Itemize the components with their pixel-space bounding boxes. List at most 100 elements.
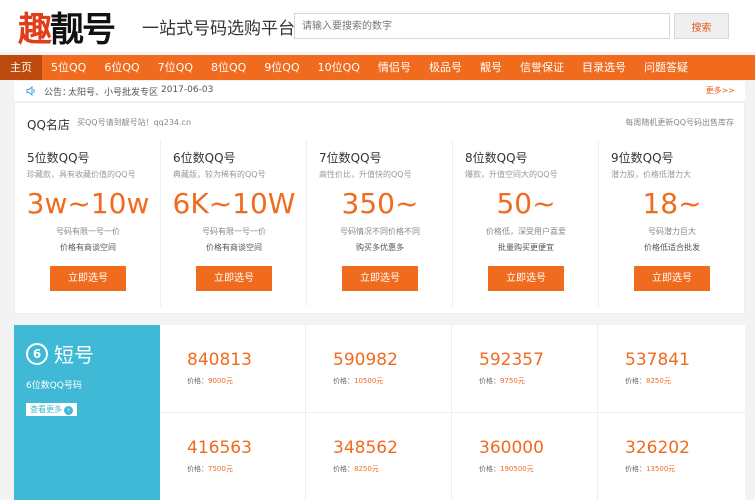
card-title: 8位数QQ号 — [465, 151, 528, 165]
number-item[interactable]: 348562 价格：8250元 — [306, 413, 452, 500]
price-label: 价格： — [479, 465, 500, 473]
speaker-icon — [26, 86, 35, 96]
card-desc: 典藏版，较为稀有的QQ号 — [173, 170, 266, 179]
notice-bar: 公告： 太阳号、小号批发专区 2017-06-03 更多>> — [14, 81, 745, 101]
nav-item-premium[interactable]: 极品号 — [420, 55, 471, 80]
card-note: 购买多优惠多 — [356, 243, 404, 252]
notice-link[interactable]: 太阳号、小号批发专区 — [68, 85, 158, 98]
card-desc: 潜力股，价格低潜力大 — [611, 170, 691, 179]
card-note: 价格有商谈空间 — [206, 243, 262, 252]
number-price: 价格：13500元 — [625, 464, 675, 474]
number-value: 537841 — [625, 350, 690, 370]
nav-item-7qq[interactable]: 7位QQ — [149, 55, 202, 80]
card-price: 18~ — [642, 187, 702, 220]
logo-suffix: 靓号 — [50, 9, 116, 50]
card-price: 6K~10W — [172, 187, 296, 220]
number-value: 360000 — [479, 438, 544, 458]
site-logo[interactable]: 趣靓号 — [18, 6, 116, 50]
number-item[interactable]: 590982 价格：10500元 — [306, 325, 452, 413]
card-title: 6位数QQ号 — [173, 151, 236, 165]
nav-item-6qq[interactable]: 6位QQ — [95, 55, 148, 80]
nav-item-guarantee[interactable]: 信誉保证 — [511, 55, 573, 80]
search-input[interactable] — [294, 13, 670, 39]
price-value: 190500元 — [500, 465, 534, 473]
price-label: 价格： — [333, 465, 354, 473]
number-price: 价格：7500元 — [187, 464, 233, 474]
price-label: 价格： — [625, 377, 646, 385]
notice-label: 公告： — [44, 88, 72, 98]
number-price: 价格：190500元 — [479, 464, 534, 474]
price-value: 8250元 — [354, 465, 379, 473]
number-item[interactable]: 840813 价格：9000元 — [160, 325, 306, 413]
number-item[interactable]: 360000 价格：190500元 — [452, 413, 598, 500]
card-note: 价格低，深受用户喜爱 — [486, 227, 566, 236]
logo-prefix: 趣 — [18, 9, 52, 50]
main-nav: 主页 5位QQ 6位QQ 7位QQ 8位QQ 9位QQ 10位QQ 情侣号 极品… — [0, 55, 755, 80]
number-item[interactable]: 537841 价格：8250元 — [598, 325, 745, 413]
nav-item-catalog[interactable]: 目录选号 — [573, 55, 635, 80]
view-more-label: 查看更多 — [30, 405, 62, 414]
number-price: 价格：9750元 — [479, 376, 525, 386]
qq-card-7: 7位数QQ号 高性价比，升值快的QQ号 350~ 号码情况不同价格不同 购买多优… — [307, 141, 453, 311]
select-number-button[interactable]: 立即选号 — [196, 266, 272, 291]
card-note: 批量购买更便宜 — [498, 243, 554, 252]
nav-item-pretty[interactable]: 靓号 — [471, 55, 511, 80]
card-price: 350~ — [341, 187, 419, 220]
card-price: 50~ — [496, 187, 556, 220]
select-number-button[interactable]: 立即选号 — [50, 266, 126, 291]
select-number-button[interactable]: 立即选号 — [488, 266, 564, 291]
qq-card-5: 5位数QQ号 珍藏款，具有收藏价值的QQ号 3w~10w 号码有限一号一价 价格… — [15, 141, 161, 311]
nav-item-8qq[interactable]: 8位QQ — [202, 55, 255, 80]
card-note: 号码有限一号一价 — [56, 227, 120, 236]
qq-shop-panel: QQ名店 买QQ号请到靓号站！qq234.cn 每周随机更新QQ号码出售库存 5… — [14, 102, 745, 314]
price-label: 价格： — [625, 465, 646, 473]
qq-card-8: 8位数QQ号 爆款，升值空间大的QQ号 50~ 价格低，深受用户喜爱 批量购买更… — [453, 141, 599, 311]
select-number-button[interactable]: 立即选号 — [634, 266, 710, 291]
short-number-panel: 6 短号 6位数QQ号码 查看更多 › 840813 价格：9000元 59098… — [14, 325, 745, 500]
price-label: 价格： — [187, 377, 208, 385]
number-item[interactable]: 326202 价格：13500元 — [598, 413, 745, 500]
number-price: 价格：8250元 — [625, 376, 671, 386]
qq-shop-update-note: 每周随机更新QQ号码出售库存 — [625, 118, 734, 127]
header: 趣靓号 一站式号码选购平台 搜索 — [0, 0, 755, 52]
number-value: 326202 — [625, 438, 690, 458]
number-value: 592357 — [479, 350, 544, 370]
card-title: 7位数QQ号 — [319, 151, 382, 165]
number-price: 价格：9000元 — [187, 376, 233, 386]
site-slogan: 一站式号码选购平台 — [142, 19, 295, 39]
notice-date: 2017-06-03 — [161, 85, 214, 95]
card-note: 价格低适合批发 — [644, 243, 700, 252]
nav-item-faq[interactable]: 问题答疑 — [635, 55, 697, 80]
price-value: 9000元 — [208, 377, 233, 385]
nav-item-home[interactable]: 主页 — [0, 55, 42, 80]
card-price: 3w~10w — [26, 187, 150, 220]
search-button[interactable]: 搜索 — [674, 13, 729, 39]
number-item[interactable]: 416563 价格：7500元 — [160, 413, 306, 500]
price-value: 8250元 — [646, 377, 671, 385]
card-note: 号码有限一号一价 — [202, 227, 266, 236]
view-more-button[interactable]: 查看更多 › — [26, 403, 77, 416]
card-desc: 高性价比，升值快的QQ号 — [319, 170, 412, 179]
select-number-button[interactable]: 立即选号 — [342, 266, 418, 291]
qq-card-9: 9位数QQ号 潜力股，价格低潜力大 18~ 号码潜力巨大 价格低适合批发 立即选… — [599, 141, 745, 311]
qq-shop-subtitle: 买QQ号请到靓号站！qq234.cn — [77, 118, 192, 127]
nav-item-10qq[interactable]: 10位QQ — [309, 55, 369, 80]
number-price: 价格：10500元 — [333, 376, 383, 386]
nav-item-couple[interactable]: 情侣号 — [369, 55, 420, 80]
arrow-right-icon: › — [64, 406, 73, 415]
nav-item-5qq[interactable]: 5位QQ — [42, 55, 95, 80]
short-number-logo: 6 短号 — [26, 339, 94, 368]
nav-item-9qq[interactable]: 9位QQ — [255, 55, 308, 80]
card-title: 5位数QQ号 — [27, 151, 90, 165]
short-number-banner: 6 短号 6位数QQ号码 查看更多 › — [14, 325, 160, 500]
notice-more-link[interactable]: 更多>> — [706, 85, 735, 96]
price-label: 价格： — [479, 377, 500, 385]
price-value: 13500元 — [646, 465, 676, 473]
number-item[interactable]: 592357 价格：9750元 — [452, 325, 598, 413]
number-value: 590982 — [333, 350, 398, 370]
six-badge-icon: 6 — [26, 342, 48, 365]
card-note: 号码潜力巨大 — [648, 227, 696, 236]
number-value: 416563 — [187, 438, 252, 458]
qq-card-6: 6位数QQ号 典藏版，较为稀有的QQ号 6K~10W 号码有限一号一价 价格有商… — [161, 141, 307, 311]
price-value: 7500元 — [208, 465, 233, 473]
